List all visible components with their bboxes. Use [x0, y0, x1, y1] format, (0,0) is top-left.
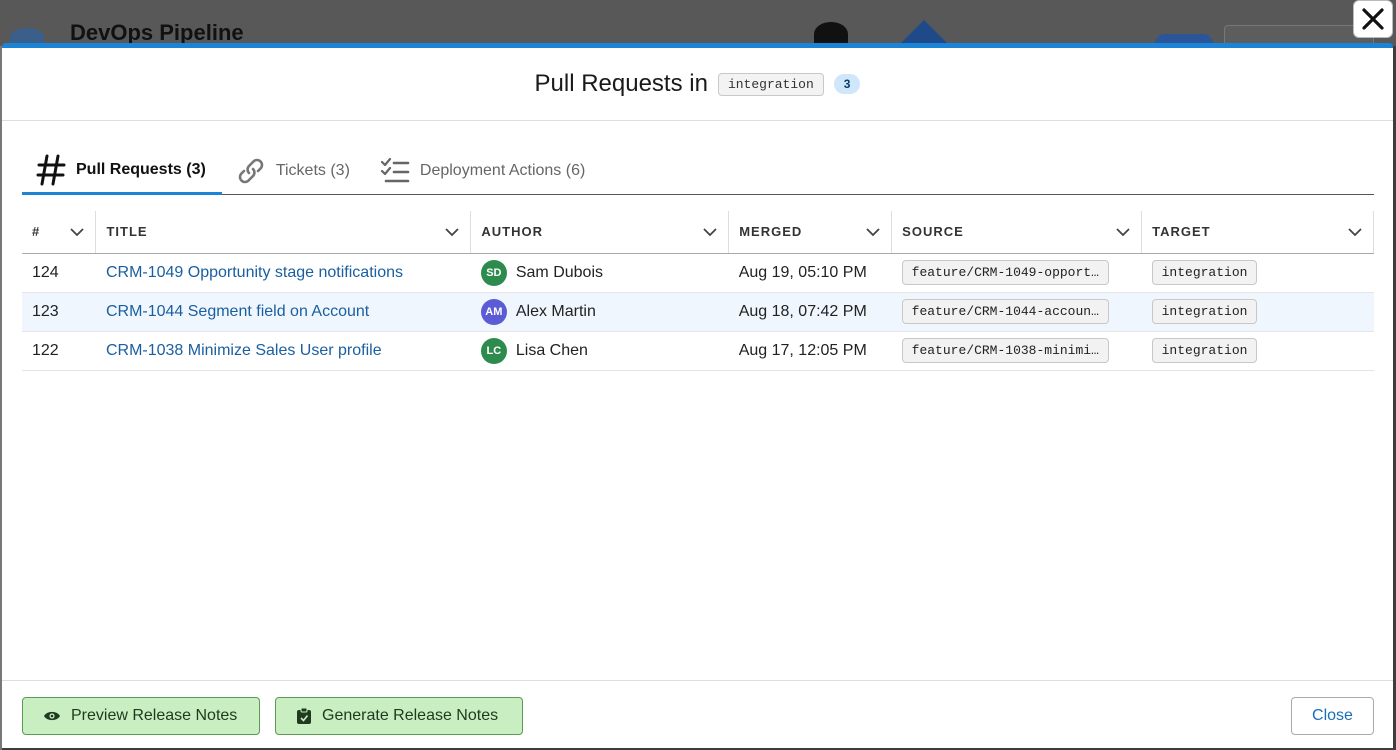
- source-branch: feature/CRM-1044-accoun…: [901, 299, 1109, 324]
- button-label: Preview Release Notes: [71, 707, 238, 724]
- merged-date: Aug 19, 05:10 PM: [728, 253, 892, 293]
- close-icon: [1362, 8, 1384, 30]
- pr-author: SD Sam Dubois: [480, 259, 719, 286]
- pull-requests-table: # TITLE AUTHOR MERGED SOURCE TARGET 124 …: [22, 211, 1374, 371]
- tab-label: Deployment Actions (6): [419, 162, 586, 179]
- merged-date: Aug 18, 07:42 PM: [728, 292, 892, 332]
- avatar: LC: [480, 337, 507, 364]
- chevron-down-icon[interactable]: [444, 227, 460, 237]
- branch-chip: integration: [717, 72, 824, 96]
- checklist-icon: [380, 157, 410, 185]
- chevron-down-icon[interactable]: [702, 227, 718, 237]
- chevron-down-icon[interactable]: [1115, 227, 1131, 237]
- modal-header: Pull Requests in integration 3: [2, 48, 1393, 121]
- tab-deployment-actions[interactable]: Deployment Actions (6): [366, 148, 601, 194]
- table-row[interactable]: 124 CRM-1049 Opportunity stage notificat…: [22, 253, 1374, 293]
- tab-tickets[interactable]: Tickets (3): [222, 148, 366, 194]
- eye-icon: [44, 711, 60, 721]
- column-header-author[interactable]: AUTHOR: [470, 211, 730, 254]
- tab-label: Tickets (3): [275, 162, 350, 179]
- link-icon: [236, 156, 266, 186]
- pr-title-link[interactable]: CRM-1038 Minimize Sales User profile: [106, 342, 382, 359]
- pr-title-link[interactable]: CRM-1044 Segment field on Account: [106, 303, 369, 320]
- modal-title: Pull Requests in: [534, 70, 708, 97]
- column-header-target[interactable]: TARGET: [1141, 211, 1374, 254]
- pr-number: 122: [22, 331, 96, 371]
- target-branch: integration: [1151, 299, 1258, 324]
- table-row[interactable]: 122 CRM-1038 Minimize Sales User profile…: [22, 331, 1374, 371]
- pr-number: 124: [22, 253, 96, 293]
- table-header-row: # TITLE AUTHOR MERGED SOURCE TARGET: [22, 211, 1374, 254]
- modal-footer: Preview Release Notes Generate Release N…: [2, 680, 1393, 750]
- chevron-down-icon[interactable]: [1347, 227, 1363, 237]
- tab-pull-requests[interactable]: Pull Requests (3): [22, 148, 222, 195]
- modal-close-x-button[interactable]: [1353, 0, 1393, 38]
- column-header-source[interactable]: SOURCE: [891, 211, 1143, 254]
- source-branch: feature/CRM-1049-opport…: [901, 260, 1109, 285]
- avatar: SD: [480, 259, 507, 286]
- merged-date: Aug 17, 12:05 PM: [728, 331, 892, 371]
- avatar: AM: [480, 298, 507, 325]
- source-branch: feature/CRM-1038-minimi…: [901, 338, 1109, 363]
- preview-release-notes-button[interactable]: Preview Release Notes: [22, 697, 260, 735]
- pr-number: 123: [22, 292, 96, 332]
- column-header-title[interactable]: TITLE: [95, 211, 472, 254]
- author-name: Lisa Chen: [515, 341, 588, 359]
- pr-author: AM Alex Martin: [480, 298, 719, 325]
- background-header: DevOps Pipeline: [0, 0, 1396, 48]
- pull-requests-modal: Pull Requests in integration 3 Pull Requ…: [2, 43, 1393, 748]
- clipboard-icon: [297, 707, 311, 724]
- pr-author: LC Lisa Chen: [480, 337, 719, 364]
- column-header-merged[interactable]: MERGED: [728, 211, 893, 254]
- chevron-down-icon[interactable]: [69, 227, 85, 237]
- button-label: Generate Release Notes: [322, 707, 499, 724]
- author-name: Sam Dubois: [515, 263, 604, 281]
- tab-label: Pull Requests (3): [76, 161, 206, 178]
- close-button[interactable]: Close: [1291, 697, 1374, 735]
- author-name: Alex Martin: [515, 302, 596, 320]
- hash-icon: [36, 154, 66, 186]
- pr-title-link[interactable]: CRM-1049 Opportunity stage notifications: [106, 264, 403, 281]
- target-branch: integration: [1151, 260, 1258, 285]
- column-header-number[interactable]: #: [22, 211, 97, 254]
- target-branch: integration: [1151, 338, 1258, 363]
- chevron-down-icon[interactable]: [865, 227, 881, 237]
- tab-bar: Pull Requests (3) Tickets (3) Deployment…: [22, 148, 1374, 195]
- count-badge: 3: [833, 74, 861, 94]
- generate-release-notes-button[interactable]: Generate Release Notes: [275, 697, 523, 735]
- table-row[interactable]: 123 CRM-1044 Segment field on Account AM…: [22, 292, 1374, 332]
